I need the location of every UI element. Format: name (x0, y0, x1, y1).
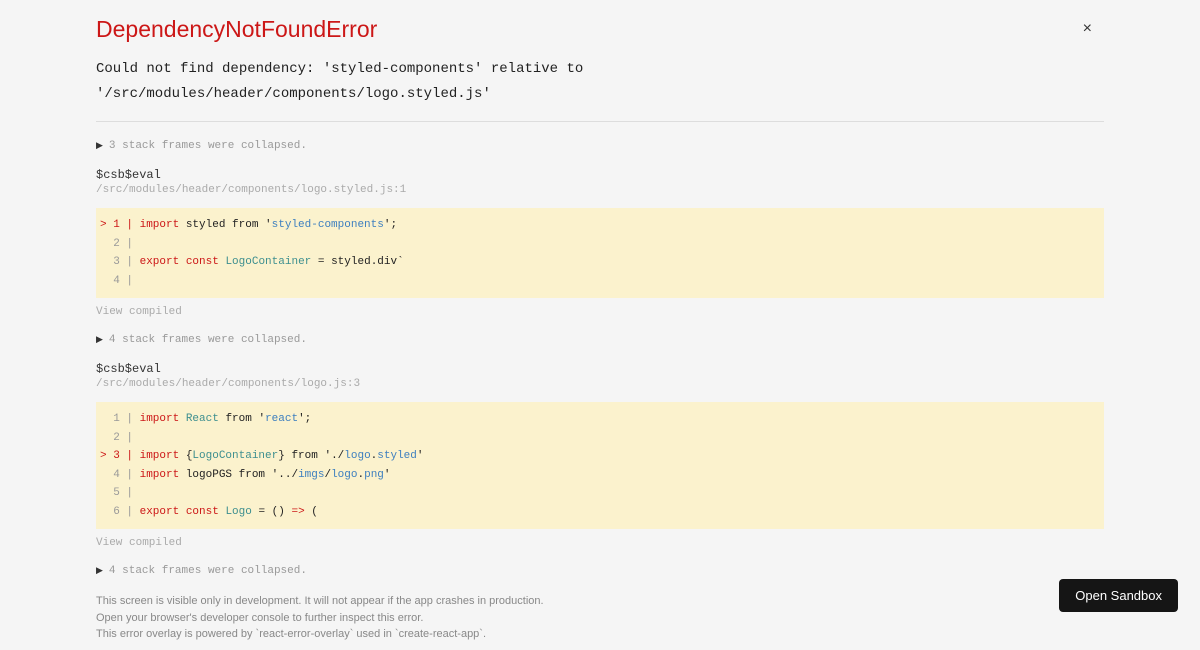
stack-frame-location: /src/modules/header/components/logo.js:3 (96, 378, 1104, 390)
triangle-right-icon: ▶ (96, 566, 103, 576)
collapsed-frames-toggle[interactable]: ▶ 3 stack frames were collapsed. (96, 140, 1104, 152)
view-compiled-link[interactable]: View compiled (96, 306, 1104, 318)
collapsed-frames-toggle[interactable]: ▶ 4 stack frames were collapsed. (96, 565, 1104, 577)
close-icon[interactable]: × (1083, 20, 1092, 38)
footer-note: This screen is visible only in developme… (96, 593, 1104, 643)
triangle-right-icon: ▶ (96, 141, 103, 151)
error-title: DependencyNotFoundError (96, 16, 1104, 43)
open-sandbox-button[interactable]: Open Sandbox (1059, 579, 1178, 612)
code-preview: > 1 | import styled from 'styled-compone… (96, 208, 1104, 298)
stack-frame-function: $csb$eval (96, 362, 1104, 376)
error-overlay: DependencyNotFoundError Could not find d… (0, 0, 1200, 643)
separator (96, 121, 1104, 122)
collapsed-frames-toggle[interactable]: ▶ 4 stack frames were collapsed. (96, 334, 1104, 346)
error-message: Could not find dependency: 'styled-compo… (96, 57, 1104, 107)
stack-frame-location: /src/modules/header/components/logo.styl… (96, 184, 1104, 196)
code-preview: 1 | import React from 'react'; 2 | > 3 |… (96, 402, 1104, 529)
view-compiled-link[interactable]: View compiled (96, 537, 1104, 549)
stack-frame-function: $csb$eval (96, 168, 1104, 182)
triangle-right-icon: ▶ (96, 335, 103, 345)
